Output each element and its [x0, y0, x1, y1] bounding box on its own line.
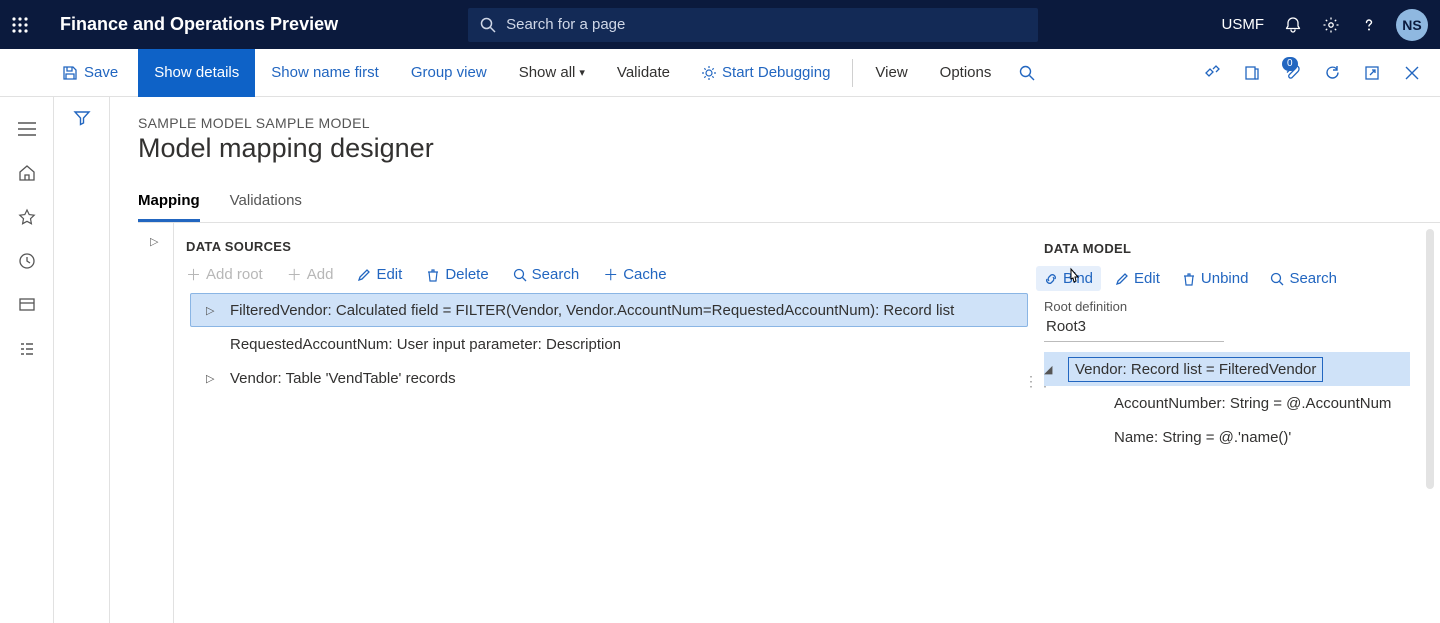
hamburger-icon[interactable] [9, 111, 45, 147]
dm-node-name[interactable]: ▷ Name: String = @.'name()' [1044, 420, 1410, 454]
workspaces-icon[interactable] [9, 287, 45, 323]
product-title: Finance and Operations Preview [60, 14, 338, 35]
show-details-button[interactable]: Show details [138, 49, 255, 97]
user-avatar[interactable]: NS [1396, 9, 1428, 41]
ds-tree: ▷ FilteredVendor: Calculated field = FIL… [186, 293, 1028, 395]
attachments-badge: 0 [1282, 57, 1298, 71]
data-sources-panel: ▷ DATA SOURCES ＋Add root ＋Add Edit Delet… [138, 223, 1028, 623]
chevron-down-icon: ▾ [579, 66, 585, 79]
tab-validations[interactable]: Validations [230, 186, 302, 222]
search-icon [1270, 272, 1284, 286]
modules-icon[interactable] [9, 331, 45, 367]
ds-node-filtered-vendor[interactable]: ▷ FilteredVendor: Calculated field = FIL… [190, 293, 1028, 327]
ds-collapse-gutter: ▷ [138, 223, 174, 623]
add-root-button[interactable]: ＋Add root [186, 264, 263, 285]
ds-toolbar: ＋Add root ＋Add Edit Delete Search ＋Cache [186, 264, 1028, 285]
edit-button[interactable]: Edit [357, 266, 402, 283]
cache-button[interactable]: ＋Cache [603, 264, 666, 285]
view-menu[interactable]: View [859, 49, 923, 97]
dm-node-account-number[interactable]: ▷ AccountNumber: String = @.AccountNum [1044, 386, 1410, 420]
open-office-icon[interactable] [1232, 49, 1272, 97]
collapse-icon[interactable]: ◢ [1044, 363, 1060, 376]
refresh-icon[interactable] [1312, 49, 1352, 97]
unbind-button[interactable]: Unbind [1182, 270, 1249, 287]
search-placeholder: Search for a page [506, 16, 625, 33]
bind-button[interactable]: Bind [1036, 266, 1101, 291]
favorites-icon[interactable] [9, 199, 45, 235]
home-icon[interactable] [9, 155, 45, 191]
nav-rail [0, 97, 54, 623]
link-icon [1044, 272, 1058, 286]
scrollbar[interactable] [1426, 229, 1434, 489]
collapse-icon[interactable]: ▷ [150, 235, 158, 248]
group-view-button[interactable]: Group view [395, 49, 503, 97]
add-button[interactable]: ＋Add [287, 264, 334, 285]
page-tabs: Mapping Validations [138, 186, 1440, 223]
pencil-icon [357, 268, 371, 282]
trash-icon [1182, 272, 1196, 286]
expand-icon[interactable]: ▷ [206, 304, 222, 317]
top-banner: Finance and Operations Preview Search fo… [0, 0, 1440, 49]
ds-heading: DATA SOURCES [186, 239, 1028, 254]
filter-pane[interactable] [54, 97, 110, 623]
filter-icon [73, 109, 91, 127]
delete-button[interactable]: Delete [426, 266, 488, 283]
dm-heading: DATA MODEL [1044, 241, 1410, 256]
breadcrumb: SAMPLE MODEL SAMPLE MODEL [138, 115, 1440, 131]
dm-edit-button[interactable]: Edit [1115, 270, 1160, 287]
show-all-dropdown[interactable]: Show all▾ [503, 49, 601, 97]
validate-button[interactable]: Validate [601, 49, 686, 97]
settings-icon[interactable] [1322, 16, 1340, 34]
debug-icon [702, 66, 716, 80]
search-button[interactable]: Search [513, 266, 580, 283]
workspace: SAMPLE MODEL SAMPLE MODEL Model mapping … [0, 97, 1440, 623]
company-picker[interactable]: USMF [1222, 16, 1265, 33]
pencil-icon [1115, 272, 1129, 286]
search-icon [513, 268, 527, 282]
expand-icon[interactable]: ▷ [206, 372, 222, 385]
ds-node-requested-account[interactable]: ▷ RequestedAccountNum: User input parame… [190, 327, 1028, 361]
page-search-icon[interactable] [1007, 49, 1047, 97]
app-launcher-icon[interactable] [12, 17, 48, 33]
recent-icon[interactable] [9, 243, 45, 279]
data-model-panel: DATA MODEL Bind Edit Unbind Search Root … [1028, 223, 1440, 623]
root-definition-label: Root definition [1044, 299, 1410, 314]
ds-node-vendor[interactable]: ▷ Vendor: Table 'VendTable' records [190, 361, 1028, 395]
dm-node-vendor[interactable]: ◢ Vendor: Record list = FilteredVendor [1044, 352, 1410, 386]
close-icon[interactable] [1392, 49, 1432, 97]
show-name-first-button[interactable]: Show name first [255, 49, 395, 97]
dm-search-button[interactable]: Search [1270, 270, 1337, 287]
global-search[interactable]: Search for a page [468, 8, 1038, 42]
page-title: Model mapping designer [138, 133, 1440, 164]
personalize-icon[interactable] [1192, 49, 1232, 97]
save-icon [62, 65, 78, 81]
dm-tree: ◢ Vendor: Record list = FilteredVendor ▷… [1044, 352, 1410, 454]
options-menu[interactable]: Options [924, 49, 1008, 97]
save-button[interactable]: Save [62, 49, 138, 97]
popout-icon[interactable] [1352, 49, 1392, 97]
main-content: SAMPLE MODEL SAMPLE MODEL Model mapping … [110, 97, 1440, 623]
root-definition-value[interactable]: Root3 [1044, 314, 1224, 342]
command-bar: Save Show details Show name first Group … [0, 49, 1440, 97]
search-icon [480, 17, 496, 33]
help-icon[interactable] [1360, 16, 1378, 34]
dm-toolbar: Bind Edit Unbind Search [1044, 266, 1410, 291]
trash-icon [426, 268, 440, 282]
attachments-icon[interactable]: 0 [1272, 49, 1312, 97]
tab-mapping[interactable]: Mapping [138, 186, 200, 222]
start-debugging-button[interactable]: Start Debugging [686, 49, 846, 97]
notifications-icon[interactable] [1284, 16, 1302, 34]
